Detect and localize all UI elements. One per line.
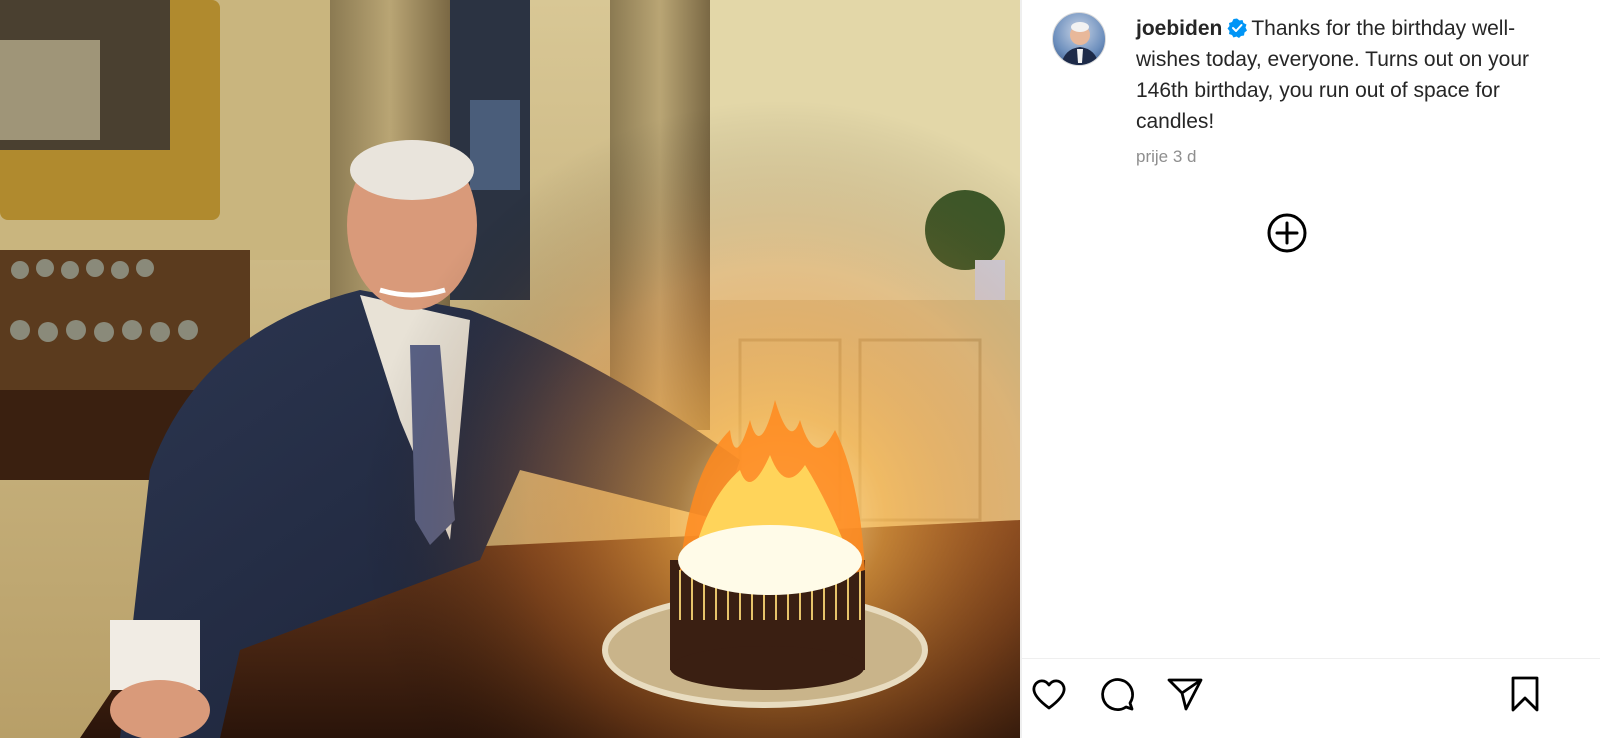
bookmark-icon bbox=[1511, 676, 1539, 712]
birthday-cake-photo bbox=[0, 0, 1020, 738]
comment-icon bbox=[1101, 678, 1134, 711]
comment-button[interactable] bbox=[1096, 673, 1138, 715]
post-actions-bar bbox=[1022, 658, 1600, 738]
save-button[interactable] bbox=[1504, 673, 1546, 715]
like-button[interactable] bbox=[1028, 673, 1070, 715]
post-photo[interactable] bbox=[0, 0, 1020, 738]
avatar[interactable] bbox=[1052, 12, 1106, 66]
post-caption: joebiden Thanks for the birthday well-wis… bbox=[1136, 13, 1536, 137]
plus-circle-icon[interactable] bbox=[1266, 212, 1308, 254]
post-side-panel: joebiden Thanks for the birthday well-wis… bbox=[1022, 0, 1600, 738]
heart-icon bbox=[1032, 679, 1066, 710]
profile-picture-icon bbox=[1061, 22, 1099, 65]
verified-badge-icon bbox=[1227, 16, 1248, 38]
username[interactable]: joebiden bbox=[1136, 17, 1222, 40]
share-button[interactable] bbox=[1164, 673, 1206, 715]
post-timestamp[interactable]: prije 3 d bbox=[1136, 147, 1196, 167]
send-icon bbox=[1167, 678, 1203, 711]
